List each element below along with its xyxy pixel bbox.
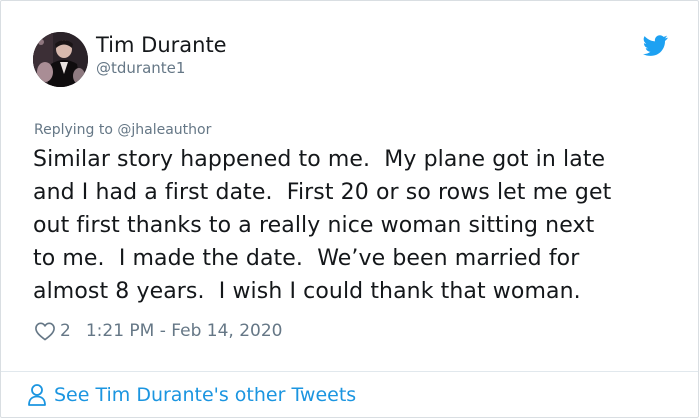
person-icon [28, 384, 46, 406]
timestamp-link[interactable]: 1:21 PM - Feb 14, 2020 [86, 321, 283, 341]
tweet-meta: 2 1:21 PM - Feb 14, 2020 [34, 319, 282, 343]
see-other-tweets-label: See Tim Durante's other Tweets [54, 384, 357, 406]
tweet-card: Tim Durante @tdurante1 Replying to @jhal… [0, 0, 699, 418]
heart-outline-icon [35, 322, 55, 341]
like-count: 2 [60, 321, 71, 341]
tweet-text: Similar story happened to me. My plane g… [33, 143, 683, 308]
tweet-line: out first thanks to a really nice woman … [33, 213, 595, 238]
tweet-line: almost 8 years. I wish I could thank tha… [33, 279, 581, 304]
author-name[interactable]: Tim Durante [96, 32, 227, 58]
tweet-line: Similar story happened to me. My plane g… [33, 147, 606, 172]
like-button[interactable]: 2 [34, 321, 71, 341]
divider [1, 371, 698, 372]
avatar[interactable] [33, 32, 88, 87]
twitter-bird-icon[interactable] [643, 35, 668, 56]
see-other-tweets-link[interactable]: See Tim Durante's other Tweets [26, 382, 356, 408]
replying-to[interactable]: Replying to @jhaleauthor [34, 121, 211, 139]
tweet-line: and I had a first date. First 20 or so r… [33, 180, 612, 205]
tweet-line: to me. I made the date. We’ve been marri… [33, 246, 580, 271]
author-handle[interactable]: @tdurante1 [96, 59, 185, 78]
